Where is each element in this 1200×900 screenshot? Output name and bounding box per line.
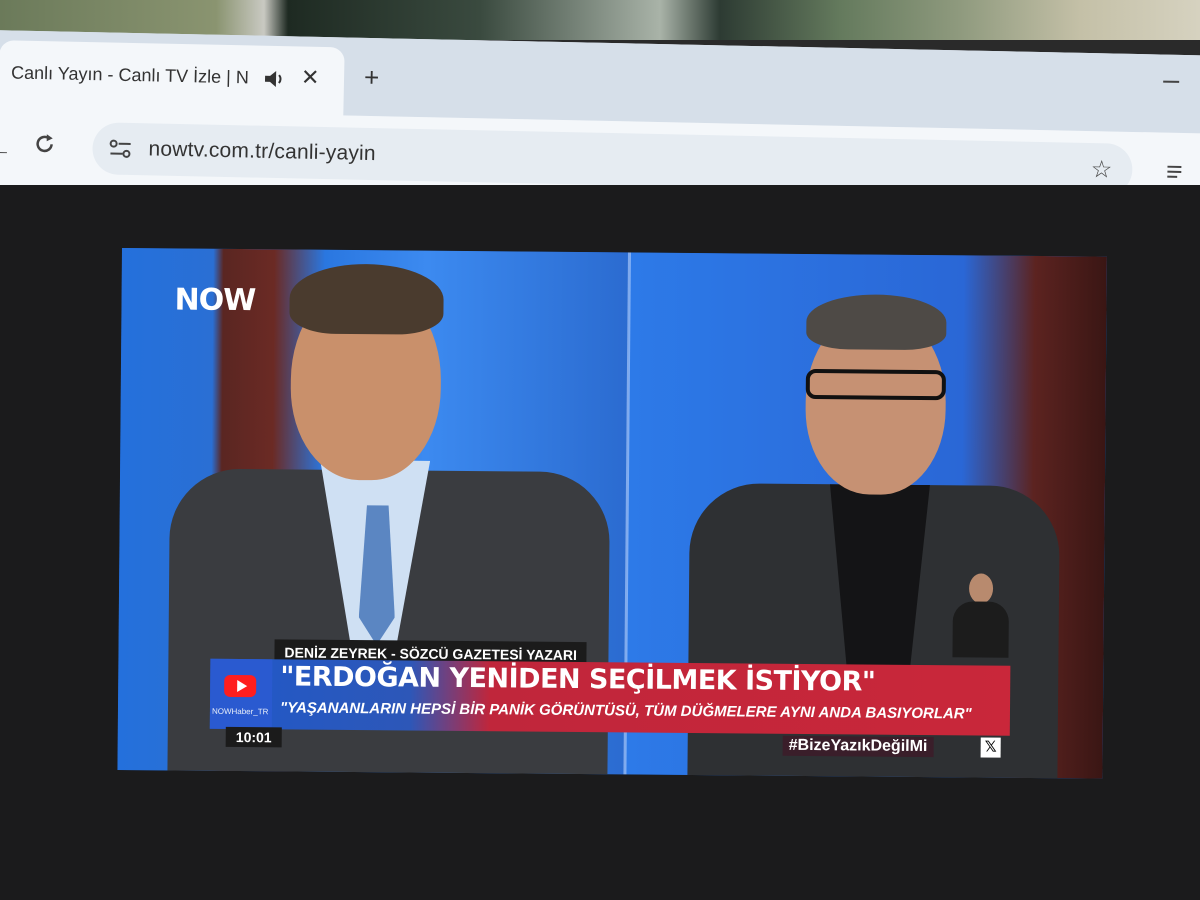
tab-close-icon[interactable]: ✕ [301,65,320,91]
hashtag-label: #BizeYazıkDeğilMi [782,735,934,758]
url-text: nowtv.com.tr/canli-yayin [148,137,377,166]
news-ticker-bar: NOWHaber_TR "ERDOĞAN YENİDEN SEÇİLMEK İS… [209,658,1011,736]
presenter-left-hair [289,263,444,335]
reading-list-icon[interactable] [1167,163,1189,181]
youtube-handle: NOWHaber_TR [211,706,269,717]
broadcast-clock: 10:01 [225,726,282,748]
play-icon [237,680,248,693]
tab-title: Canlı Yayın - Canlı TV İzle | N [10,62,250,88]
sub-headline-text: "YAŞANANLARIN HEPSİ BİR PANİK GÖRÜNTÜSÜ,… [279,699,972,723]
new-tab-button[interactable]: + [364,62,380,93]
site-settings-icon[interactable] [106,135,135,162]
youtube-badge: NOWHaber_TR [209,658,273,730]
headline-text: "ERDOĞAN YENİDEN SEÇİLMEK İSTİYOR" [280,661,876,698]
video-player[interactable]: NOW DENİZ ZEYREK - SÖZCÜ GAZETESİ YAZARI… [117,248,1107,779]
back-arrow-icon[interactable]: ← [0,136,12,162]
x-logo-icon: 𝕏 [980,737,1001,758]
bookmark-star-icon[interactable]: ☆ [1090,155,1113,184]
active-tab[interactable]: Canlı Yayın - Canlı TV İzle | N ✕ [0,40,345,118]
reload-icon[interactable] [31,131,58,158]
guest-right-glasses [805,368,946,401]
sign-language-interpreter [946,573,1015,658]
channel-logo: NOW [174,282,256,319]
speaker-icon[interactable] [261,66,288,93]
minimize-icon[interactable] [1163,80,1180,83]
guest-right-hair [806,293,947,351]
